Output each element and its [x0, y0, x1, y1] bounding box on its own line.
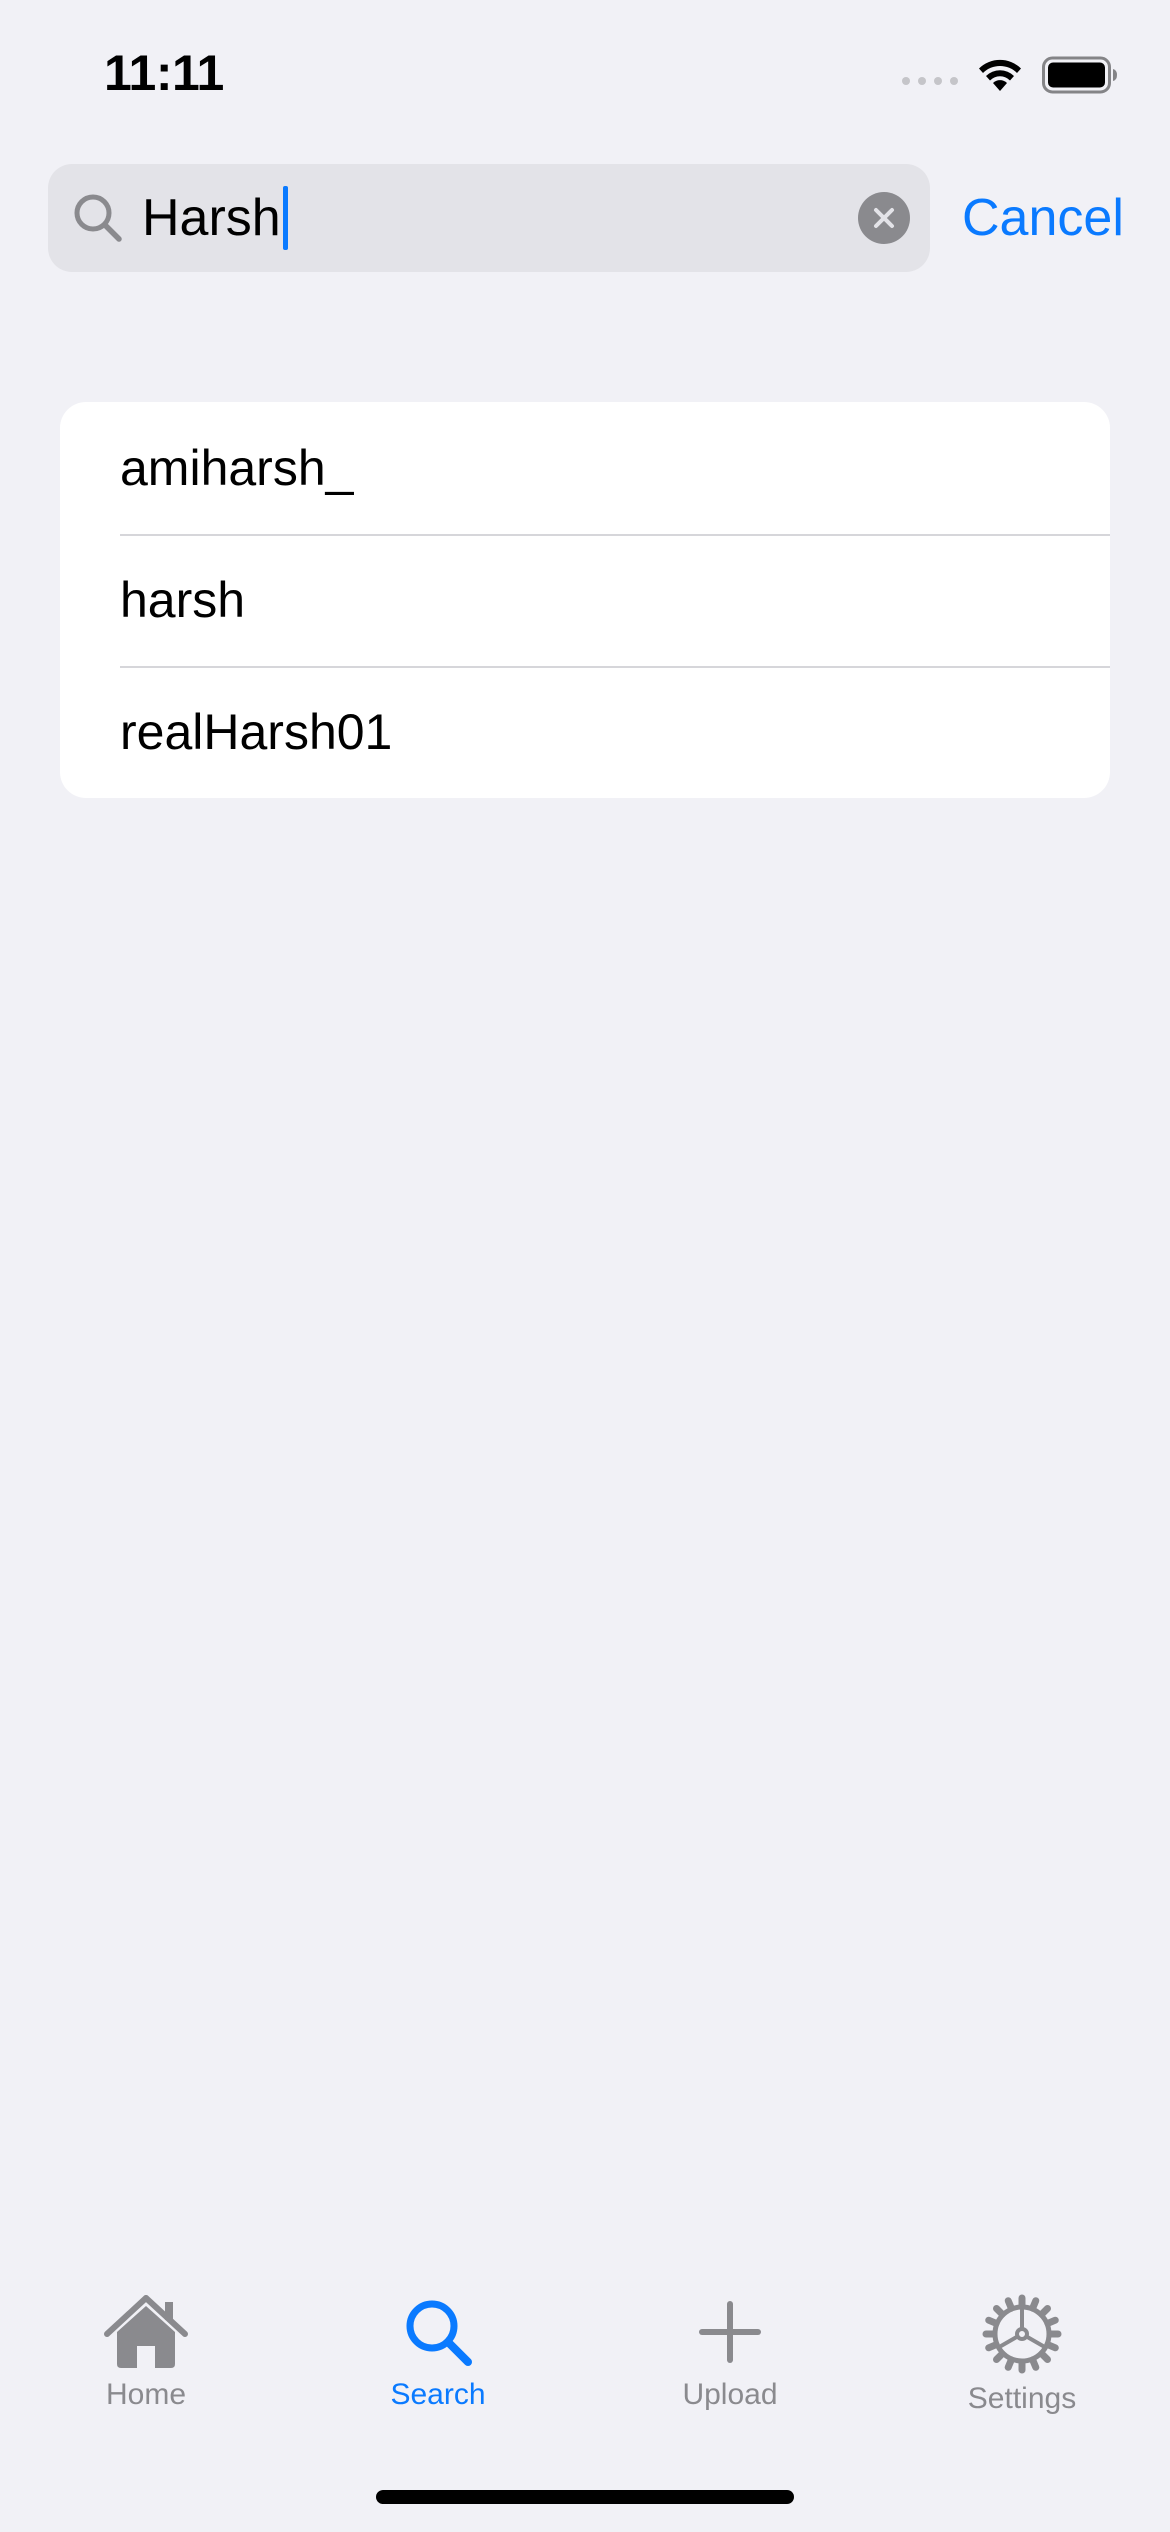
magnifyingglass-icon	[406, 2300, 472, 2366]
search-input[interactable]: Harsh	[142, 164, 288, 272]
clear-search-button[interactable]	[858, 192, 910, 244]
tab-search[interactable]: Search	[308, 2280, 568, 2440]
text-cursor	[282, 186, 288, 250]
search-query-text: Harsh	[142, 189, 281, 247]
cellular-signal-icon	[902, 77, 958, 85]
tab-bar: Home Search Upload Settings	[0, 2280, 1170, 2440]
house-icon	[104, 2295, 188, 2368]
search-field[interactable]: Harsh	[48, 164, 930, 272]
tab-upload[interactable]: Upload	[600, 2280, 860, 2440]
status-time: 11:11	[104, 45, 224, 101]
xmark-icon	[874, 208, 894, 228]
wifi-icon	[979, 59, 1021, 91]
list-item[interactable]: harsh	[60, 534, 1110, 666]
tab-label: Search	[390, 2378, 486, 2411]
list-item[interactable]: realHarsh01	[60, 666, 1110, 798]
result-username: harsh	[120, 572, 246, 628]
tab-home[interactable]: Home	[16, 2280, 276, 2440]
tab-label: Home	[105, 2378, 187, 2411]
plus-icon	[699, 2301, 761, 2363]
search-results-list: amiharsh_ harsh realHarsh01	[60, 402, 1110, 798]
status-icons	[902, 50, 1118, 100]
cancel-button[interactable]: Cancel	[962, 180, 1124, 256]
search-screen: 11:11 Harsh Cancel amiharsh_ harsh realH…	[0, 0, 1170, 2532]
tab-label: Upload	[682, 2378, 778, 2411]
tab-label: Settings	[967, 2382, 1077, 2415]
result-username: amiharsh_	[120, 440, 354, 496]
result-username: realHarsh01	[120, 704, 393, 760]
tab-settings[interactable]: Settings	[892, 2280, 1152, 2440]
home-indicator	[376, 2490, 794, 2504]
battery-icon	[1042, 56, 1117, 94]
search-icon	[74, 194, 122, 242]
list-item[interactable]: amiharsh_	[60, 402, 1110, 534]
gear-icon	[982, 2294, 1062, 2374]
